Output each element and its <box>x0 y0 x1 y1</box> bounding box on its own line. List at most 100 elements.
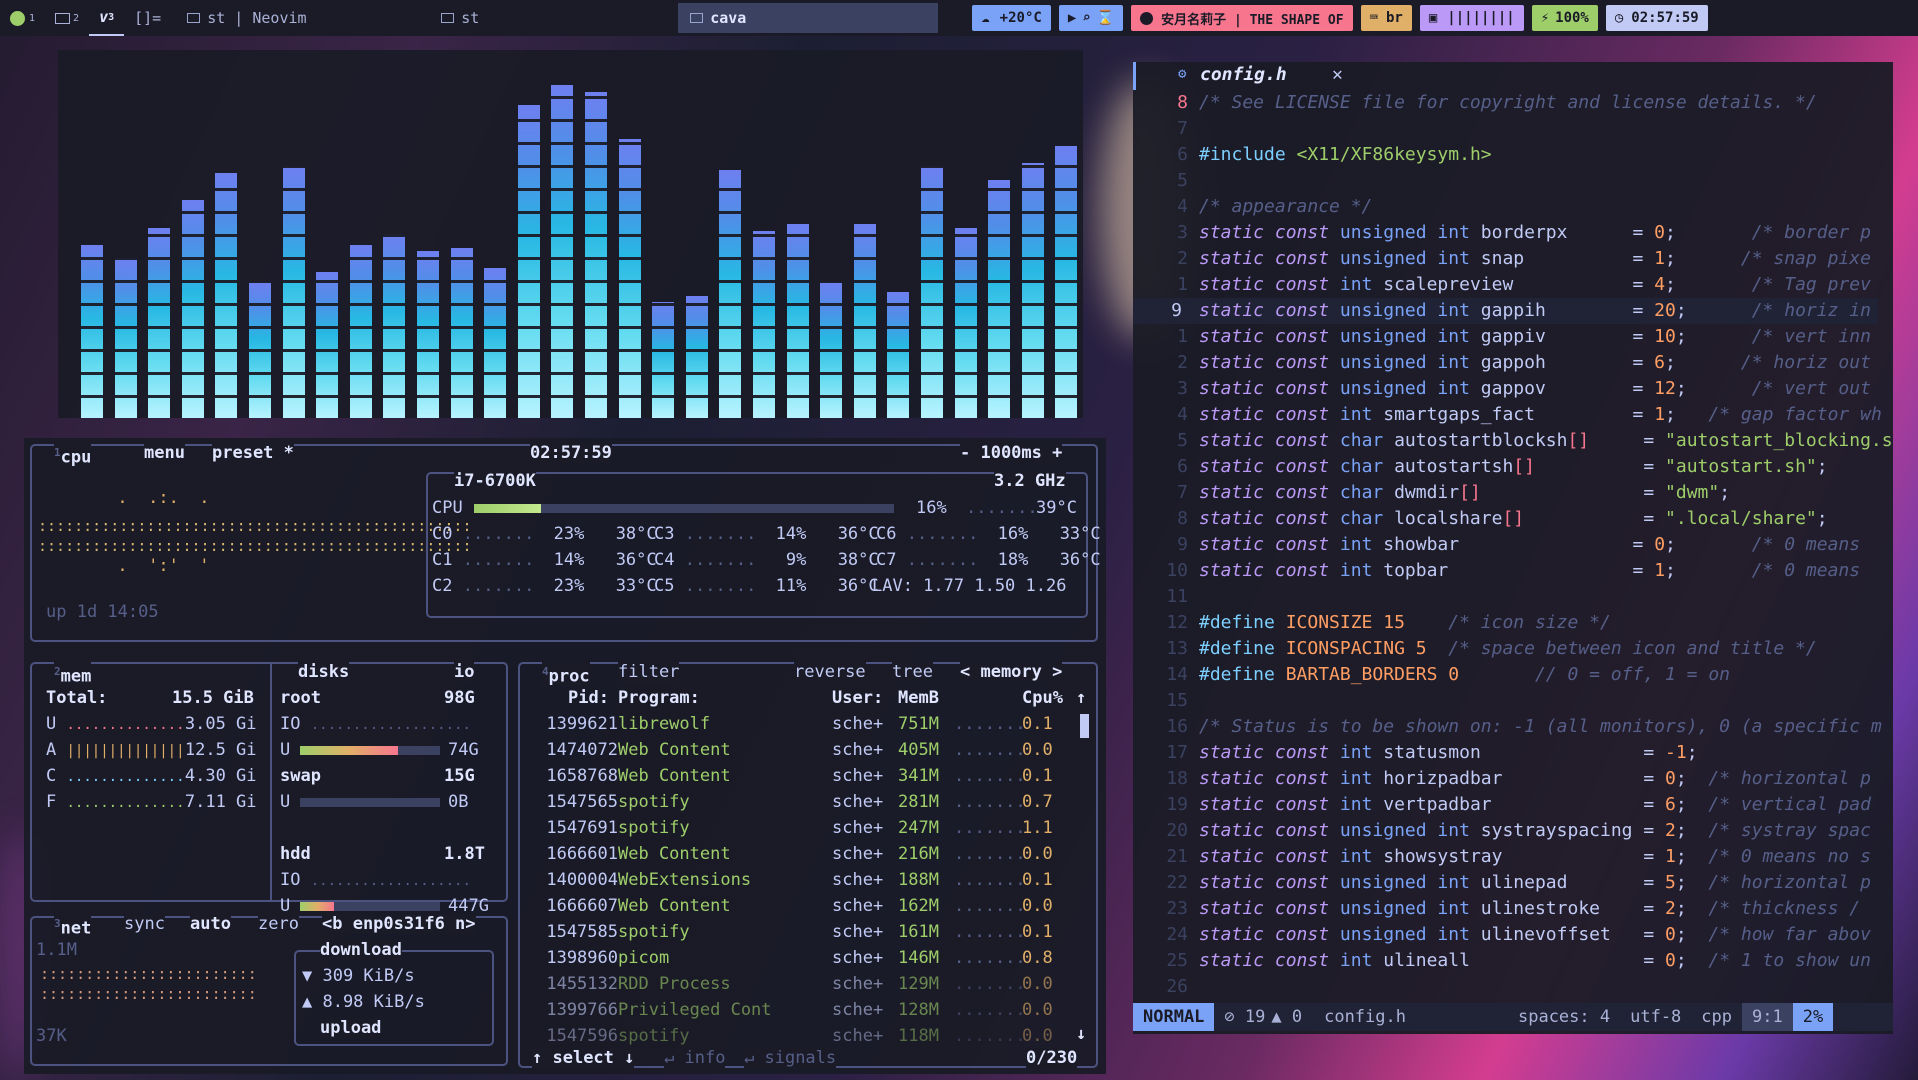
layout-indicator[interactable]: []= <box>124 0 171 36</box>
process-row[interactable]: 1547585 spotify sche+ 161M 0.1....... <box>24 922 1084 944</box>
scroll-up-icon[interactable]: ↑ <box>1076 688 1086 708</box>
hourglass-icon[interactable]: ⌛ <box>1097 10 1114 26</box>
process-row[interactable]: 1666607 Web Content sche+ 162M 0.0....... <box>24 896 1084 918</box>
cava-bar <box>652 302 675 418</box>
col-cpu[interactable]: Cpu% <box>1022 688 1063 708</box>
code-line[interactable]: 1 static const int scalepreview = 4; /* T… <box>1133 272 1878 298</box>
music-module[interactable]: 安月名莉子 | THE SHAPE OF <box>1131 5 1353 31</box>
code-line[interactable]: 16 /* Status is to be shown on: -1 (all m… <box>1133 714 1881 740</box>
code-line[interactable]: 20 static const unsigned int systrayspaci… <box>1133 818 1878 844</box>
process-cell: sche+ <box>832 922 884 942</box>
col-pid[interactable]: Pid: <box>568 688 609 708</box>
interval-control[interactable]: - 1000ms + <box>960 443 1063 463</box>
process-row[interactable]: 1658768 Web Content sche+ 341M 0.1....... <box>24 766 1084 788</box>
select-button[interactable]: ↑ select ↓ <box>532 1048 635 1068</box>
battery-module[interactable]: ⚡ 100% <box>1531 5 1598 31</box>
code-line[interactable]: 6 #include <X11/XF86keysym.h> <box>1133 142 1878 168</box>
code-line[interactable]: 6 static const char autostartsh[] = "auto… <box>1133 454 1878 480</box>
weather-module[interactable]: ☁ +20°C <box>972 5 1051 31</box>
code-line[interactable]: 3 static const unsigned int borderpx = 0;… <box>1133 220 1878 246</box>
code-line[interactable]: 13 #define ICONSPACING 5 /* space between… <box>1133 636 1878 662</box>
code-line[interactable]: 12 #define ICONSIZE 15 /* icon size */ <box>1133 610 1878 636</box>
process-row[interactable]: 1399621 librewolf sche+ 751M 0.1....... <box>24 714 1084 736</box>
code-line[interactable]: 15 <box>1133 688 1878 714</box>
code-line[interactable]: 18 static const int horizpadbar = 0; /* h… <box>1133 766 1878 792</box>
process-row[interactable]: 1666601 Web Content sche+ 216M 0.0....... <box>24 844 1084 866</box>
process-row[interactable]: 1547596 spotify sche+ 118M 0.0....... <box>24 1026 1084 1048</box>
col-user[interactable]: User: <box>832 688 883 708</box>
code-line[interactable]: 7 <box>1133 116 1878 142</box>
process-row[interactable]: 1455132 RDD Process sche+ 129M 0.0....... <box>24 974 1084 996</box>
col-mem[interactable]: MemB <box>898 688 939 708</box>
window-tab-neovim[interactable]: st | Neovim <box>175 3 425 33</box>
code-line[interactable]: 9 static const unsigned int gappih = 20; … <box>1133 298 1878 324</box>
search-icon[interactable]: ⌕ <box>1082 10 1090 26</box>
reverse-button[interactable]: reverse <box>794 662 866 682</box>
signals-button[interactable]: ↵ signals <box>744 1048 837 1068</box>
code-line[interactable]: 10 static const int topbar = 1; /* 0 mean… <box>1133 558 1878 584</box>
keyboard-module[interactable]: ⌨ br <box>1360 5 1412 31</box>
code-line[interactable]: 2 static const unsigned int gappoh = 6; /… <box>1133 350 1878 376</box>
cpu-total-fill <box>474 504 542 513</box>
mem-title[interactable]: mem <box>61 667 92 687</box>
line-number: 16 <box>1166 716 1188 737</box>
media-controls[interactable]: ▶ ⌕ ⌛ <box>1058 5 1124 31</box>
menu-button[interactable]: menu <box>144 443 185 463</box>
close-tab-icon[interactable]: ✕ <box>1332 64 1343 85</box>
code-line[interactable]: 23 static const unsigned int ulinestroke … <box>1133 896 1878 922</box>
disk-root[interactable]: root <box>280 688 321 708</box>
code-line[interactable]: 1 static const unsigned int gappiv = 10; … <box>1133 324 1878 350</box>
code-line[interactable]: 11 <box>1133 584 1878 610</box>
col-program[interactable]: Program: <box>618 688 700 708</box>
process-row[interactable]: 1474072 Web Content sche+ 405M 0.0....... <box>24 740 1084 762</box>
process-cell: 161M <box>898 922 939 942</box>
tab-config-h[interactable]: config.h <box>1200 64 1287 85</box>
disks-title[interactable]: disks <box>298 662 350 682</box>
code-line[interactable]: 26 <box>1133 974 1878 1000</box>
scroll-percent: 2% <box>1792 1003 1834 1031</box>
process-row[interactable]: 1547691 spotify sche+ 247M 1.1....... <box>24 818 1084 840</box>
code-line[interactable]: 21 static const int showsystray = 1; /* 0… <box>1133 844 1878 870</box>
code-line[interactable]: 4 static const int smartgaps_fact = 1; /*… <box>1133 402 1882 428</box>
process-row[interactable]: 1398960 picom sche+ 146M 0.8....... <box>24 948 1084 970</box>
window-tab-st[interactable]: st <box>429 3 674 33</box>
code-line[interactable]: 25 static const int ulineall = 0; /* 1 to… <box>1133 948 1878 974</box>
chip-icon: ▣ <box>1428 10 1438 26</box>
sort-selector[interactable]: < memory > <box>960 662 1063 682</box>
code-line[interactable]: 3 static const unsigned int gappov = 12; … <box>1133 376 1878 402</box>
tree-button[interactable]: tree <box>892 662 933 682</box>
code-line[interactable]: 8 /* See LICENSE file for copyright and l… <box>1133 90 1878 116</box>
code-line[interactable]: 7 static const char dwmdir[] = "dwm"; <box>1133 480 1878 506</box>
preset-button[interactable]: preset * <box>212 443 294 463</box>
info-button[interactable]: ↵ info <box>664 1048 726 1068</box>
cpu-title[interactable]: cpu <box>61 448 92 468</box>
io-toggle[interactable]: io <box>454 662 475 682</box>
filter-button[interactable]: filter <box>618 662 680 682</box>
code-line[interactable]: 8 static const char localshare[] = ".loca… <box>1133 506 1878 532</box>
code-line[interactable]: 5 static const char autostartblocksh[] = … <box>1133 428 1892 454</box>
tag-2[interactable]: 2 <box>45 0 89 36</box>
code-line[interactable]: 22 static const unsigned int ulinepad = 5… <box>1133 870 1878 896</box>
proc-title[interactable]: proc <box>549 667 590 687</box>
line-number: 18 <box>1166 768 1188 789</box>
play-icon[interactable]: ▶ <box>1068 10 1076 26</box>
code-line[interactable]: 17 static const int statusmon = -1; <box>1133 740 1878 766</box>
clock-module[interactable]: ◷ 02:57:59 <box>1605 5 1708 31</box>
process-row[interactable]: 1399766 Privileged Cont sche+ 128M 0.0......… <box>24 1000 1084 1022</box>
code-line[interactable]: 9 static const int showbar = 0; /* 0 mean… <box>1133 532 1878 558</box>
tag-1[interactable]: 1 <box>0 0 45 36</box>
window-tab-cava[interactable]: cava <box>678 3 939 33</box>
code-line[interactable]: 2 static const unsigned int snap = 1; /* … <box>1133 246 1878 272</box>
line-code: #define ICONSIZE 15 /* icon size */ <box>1199 612 1611 633</box>
cpu-module[interactable]: ▣ |||||||| <box>1419 5 1524 31</box>
code-line[interactable]: 19 static const int vertpadbar = 6; /* ve… <box>1133 792 1878 818</box>
process-row[interactable]: 1547565 spotify sche+ 281M 0.7....... <box>24 792 1084 814</box>
process-row[interactable]: 1400004 WebExtensions sche+ 188M 0.1....... <box>24 870 1084 892</box>
code-line[interactable]: 4 /* appearance */ <box>1133 194 1878 220</box>
code-line[interactable]: 5 <box>1133 168 1878 194</box>
code-line[interactable]: 14 #define BARTAB_BORDERS 0 // 0 = off, 1… <box>1133 662 1878 688</box>
code-line[interactable]: 24 static const unsigned int ulinevoffset… <box>1133 922 1878 948</box>
editor-buffer[interactable]: 8 /* See LICENSE file for copyright and l… <box>1133 90 1893 1000</box>
line-code: static const int topbar = 1; /* 0 means <box>1199 560 1861 581</box>
tag-3[interactable]: v3 <box>89 0 125 36</box>
